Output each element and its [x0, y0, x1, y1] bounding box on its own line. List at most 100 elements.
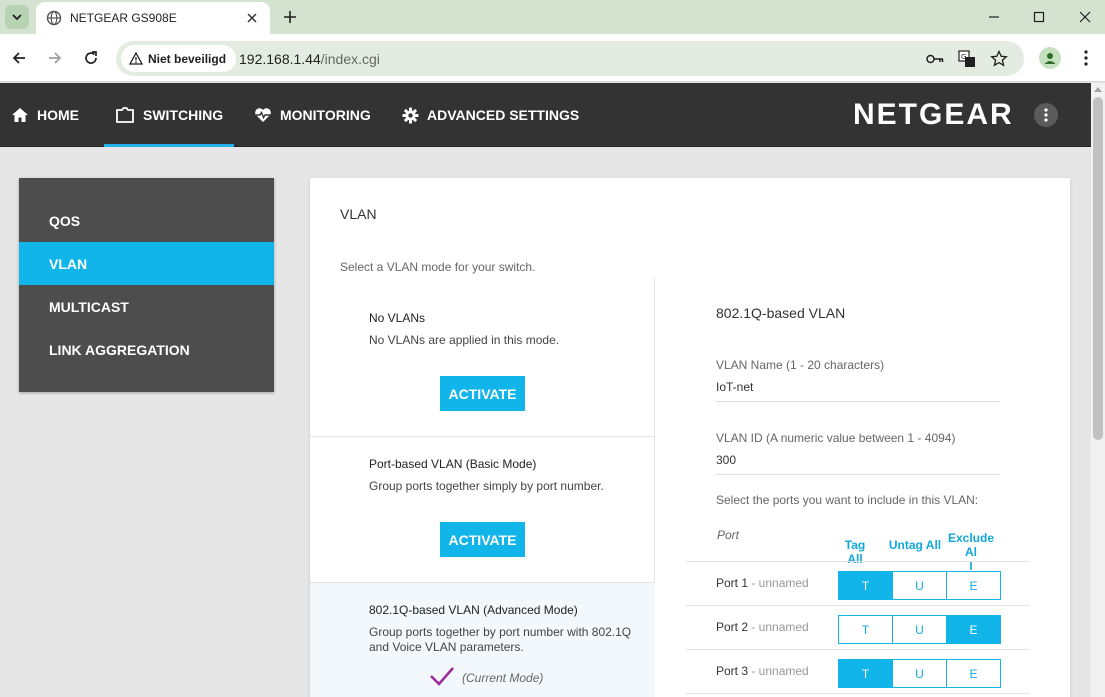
vlan-name-input[interactable]: IoT-net [716, 380, 1000, 402]
close-tab-icon[interactable] [244, 10, 260, 26]
address-bar[interactable]: Niet beveiligd 192.168.1.44/index.cgi G [116, 41, 1024, 76]
untagged-option[interactable]: U [892, 660, 946, 687]
back-button[interactable] [9, 48, 29, 68]
home-icon [12, 108, 28, 122]
page-viewport: HOME SWITCHING MONITORING ADVANCED SETTI… [0, 83, 1091, 697]
netgear-logo: NETGEAR [853, 98, 1014, 131]
excluded-option[interactable]: E [946, 616, 1000, 643]
mode-no-vlans: No VLANs No VLANs are applied in this mo… [310, 278, 655, 437]
scroll-thumb[interactable] [1093, 97, 1103, 440]
url-text[interactable]: 192.168.1.44/index.cgi [239, 51, 380, 67]
port-label: Port 3 [716, 664, 749, 678]
untagged-option[interactable]: U [892, 572, 946, 599]
tagged-option[interactable]: T [839, 616, 892, 643]
profile-avatar-icon[interactable] [1039, 47, 1061, 69]
mode-8021q-vlan: 802.1Q-based VLAN (Advanced Mode) Group … [310, 583, 655, 697]
more-vertical-icon [1044, 108, 1048, 122]
nav-monitoring[interactable]: MONITORING [254, 83, 371, 147]
port-row: Port 3 - unnamed T U E [686, 649, 1030, 693]
nav-monitoring-label: MONITORING [280, 107, 371, 123]
sidebar-item-link-aggregation[interactable]: LINK AGGREGATION [19, 328, 274, 371]
minimize-icon [989, 16, 999, 18]
untagged-option[interactable]: U [892, 616, 946, 643]
arrow-left-icon [12, 52, 25, 64]
ports-hint: Select the ports you want to include in … [716, 493, 979, 507]
activate-no-vlans-button[interactable]: ACTIVATE [440, 376, 525, 411]
page-title: VLAN [340, 206, 377, 222]
tagged-option[interactable]: T [839, 660, 892, 687]
mode-description: Group ports together by port number with… [369, 625, 632, 654]
mode-title: No VLANs [369, 311, 426, 325]
maximize-icon [1033, 11, 1045, 23]
nav-switching[interactable]: SWITCHING [103, 83, 235, 147]
sidebar-item-multicast[interactable]: MULTICAST [19, 285, 274, 328]
nav-home[interactable]: HOME [11, 83, 79, 147]
globe-icon [46, 10, 62, 26]
config-title: 802.1Q-based VLAN [716, 305, 846, 321]
vlan-modes-list: No VLANs No VLANs are applied in this mo… [310, 278, 655, 697]
close-icon [1079, 11, 1091, 23]
browser-menu-icon[interactable] [1076, 47, 1096, 69]
vlan-id-label: VLAN ID (A numeric value between 1 - 409… [716, 431, 956, 445]
translate-icon[interactable]: G [957, 49, 977, 69]
switching-sidebar: QOS VLAN MULTICAST LINK AGGREGATION [19, 178, 274, 392]
excluded-option[interactable]: E [946, 572, 1000, 599]
vlan-id-input[interactable]: 300 [716, 453, 1000, 475]
close-window-button[interactable] [1074, 6, 1096, 28]
vlan-name-label: VLAN Name (1 - 20 characters) [716, 358, 885, 372]
mode-title: Port-based VLAN (Basic Mode) [369, 457, 537, 471]
security-chip[interactable]: Niet beveiligd [121, 45, 237, 72]
plus-icon [284, 11, 296, 23]
activate-port-based-button[interactable]: ACTIVATE [440, 522, 525, 557]
page-scrollbar[interactable] [1091, 83, 1105, 697]
tab-search-button[interactable] [5, 5, 29, 29]
nav-advanced-settings-label: ADVANCED SETTINGS [427, 107, 580, 123]
tab-title: NETGEAR GS908E [70, 11, 177, 25]
nav-home-label: HOME [37, 107, 79, 123]
switching-icon [116, 107, 134, 123]
bookmark-star-icon[interactable] [989, 49, 1009, 69]
excluded-option[interactable]: E [946, 660, 1000, 687]
more-options-button[interactable] [1034, 103, 1058, 127]
url-path: /index.cgi [320, 51, 380, 67]
new-tab-button[interactable] [279, 6, 301, 28]
port-row: Port 2 - unnamed T U E [686, 605, 1030, 649]
port-suffix: - unnamed [748, 620, 809, 634]
port-row: Port 1 - unnamed T U E [686, 561, 1030, 605]
port-name: Port 2 - unnamed [716, 620, 809, 634]
nav-advanced-settings[interactable]: ADVANCED SETTINGS [402, 83, 579, 147]
reload-button[interactable] [81, 48, 101, 68]
port-row-divider [686, 693, 1030, 697]
scroll-up-arrow-icon[interactable] [1094, 87, 1102, 92]
chevron-down-icon [12, 14, 22, 21]
port-name: Port 3 - unnamed [716, 664, 809, 678]
minimize-button[interactable] [983, 6, 1005, 28]
vlan-panel: VLAN Select a VLAN mode for your switch.… [310, 178, 1070, 697]
url-host: 192.168.1.44 [239, 51, 321, 67]
current-mode-label: (Current Mode) [462, 671, 544, 685]
svg-text:G: G [961, 53, 966, 61]
mode-port-based-vlan: Port-based VLAN (Basic Mode) Group ports… [310, 437, 655, 583]
exclude-all-line-1: Exclude Al [947, 531, 995, 559]
key-icon[interactable] [925, 49, 945, 69]
security-label: Niet beveiligd [148, 51, 227, 66]
port-suffix: - unnamed [748, 576, 809, 590]
nav-switching-label: SWITCHING [143, 107, 224, 123]
browser-tabstrip: NETGEAR GS908E [0, 0, 1105, 34]
maximize-button[interactable] [1028, 6, 1050, 28]
browser-tab[interactable]: NETGEAR GS908E [36, 2, 270, 34]
untag-all-link[interactable]: Untag All [887, 538, 943, 552]
port-suffix: - unnamed [748, 664, 809, 678]
sidebar-item-qos[interactable]: QOS [19, 199, 274, 242]
page-subtitle: Select a VLAN mode for your switch. [340, 260, 536, 274]
reload-icon [85, 51, 97, 64]
membership-toggle: T U E [838, 571, 1001, 600]
port-label: Port 1 [716, 576, 749, 590]
arrow-right-icon [49, 52, 62, 64]
sidebar-item-vlan[interactable]: VLAN [19, 242, 274, 285]
tagged-option[interactable]: T [839, 572, 892, 599]
port-name: Port 1 - unnamed [716, 576, 809, 590]
port-label: Port 2 [716, 620, 749, 634]
forward-button[interactable] [45, 48, 65, 68]
mode-title: 802.1Q-based VLAN (Advanced Mode) [369, 603, 578, 617]
